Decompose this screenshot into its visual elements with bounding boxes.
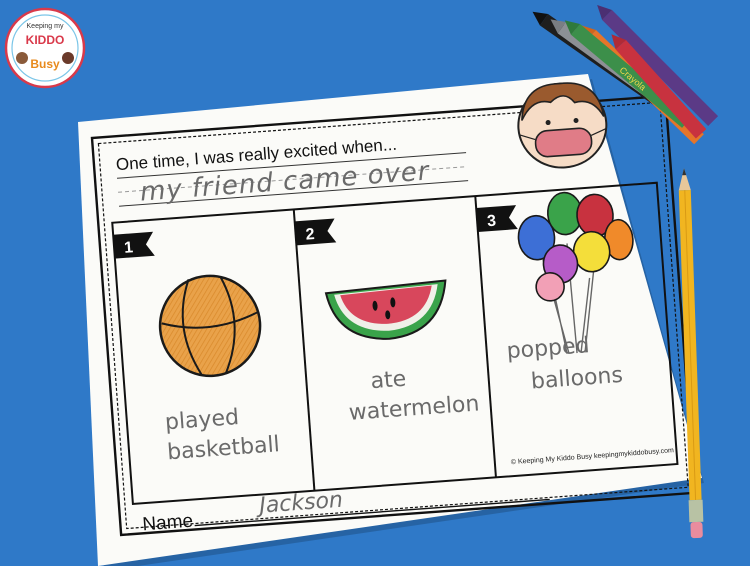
panel-1-number: 1 xyxy=(124,239,134,257)
logo-line2: KIDDO xyxy=(26,33,65,47)
child-figure-icon xyxy=(16,52,28,64)
photo-scene: One time, I was really excited when... m… xyxy=(0,0,750,566)
logo-line3: Busy xyxy=(30,57,60,71)
mask-icon xyxy=(534,127,593,158)
child-figure-icon-2 xyxy=(62,52,74,64)
pencil-ferrule xyxy=(688,499,704,523)
logo-line1: Keeping my xyxy=(27,23,64,30)
pencil-eraser xyxy=(690,521,703,539)
panel-2-caption-line1: ate xyxy=(370,367,407,395)
panel-3-number: 3 xyxy=(487,213,497,231)
panel-2-number: 2 xyxy=(305,226,315,244)
logo-badge: Keeping my KIDDO Busy xyxy=(4,7,86,89)
name-label: Name xyxy=(142,511,194,536)
